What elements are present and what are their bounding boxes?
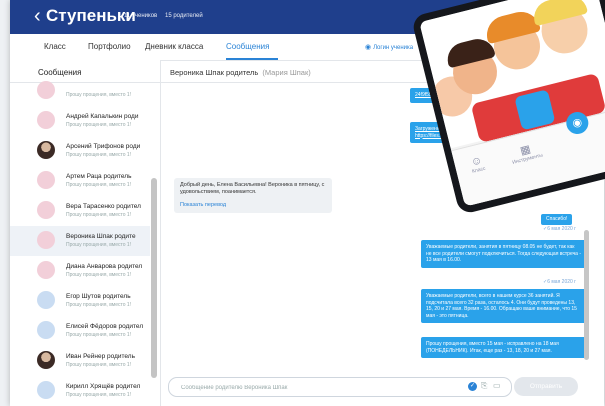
contact-preview: Прошу прощения, вместо 1! — [66, 272, 132, 278]
contact-item[interactable]: Елисей Фёдоров родител Прошу прощения, вм… — [10, 316, 150, 346]
contact-item[interactable]: Арсений Трифонов роди Прошу прощения, вме… — [10, 136, 150, 166]
student-login-link[interactable]: ◉ Логин ученика — [365, 43, 413, 51]
outgoing-message-text: Спасибо! — [546, 216, 568, 222]
contact-preview: Прошу прощения, вместо 1! — [66, 122, 132, 128]
message-input[interactable] — [179, 381, 463, 395]
contact-preview: Прошу прощения, вместо 1! — [66, 362, 132, 368]
contact-name: Елисей Фёдоров родител — [66, 323, 144, 330]
contact-name: Диана Анварова родител — [66, 263, 143, 270]
outgoing-message: Спасибо! — [541, 214, 573, 225]
avatar — [37, 201, 55, 219]
contact-name: Артем Раца родитель — [66, 173, 132, 180]
incoming-message: Добрый день, Елена Васильевна! Вероника … — [174, 178, 332, 213]
avatar — [37, 351, 55, 369]
contact-preview: Прошу прощения, вместо 1! — [66, 212, 132, 218]
contact-item[interactable]: Вероника Шпак родите Прошу прощения, вмес… — [10, 226, 150, 256]
contact-name: Иван Рейнер родитель — [66, 353, 135, 360]
avatar — [37, 381, 55, 399]
contact-preview: Прошу прощения, вместо 1! — [66, 332, 132, 338]
avatar — [37, 141, 55, 159]
chat-scrollbar[interactable] — [584, 230, 589, 360]
avatar — [37, 321, 55, 339]
checkmark-icon[interactable]: ✓ — [468, 382, 477, 391]
outgoing-message: Уважаемые родители, всего в нашем курсе … — [421, 289, 586, 323]
contact-preview: Прошу прощения, вместо 1! — [66, 392, 132, 398]
outgoing-message: Прошу прощения, вместо 15 мая - исправле… — [421, 337, 586, 358]
contact-preview: Прошу прощения, вместо 1! — [66, 92, 132, 98]
chat-recipient: Вероника Шпак родитель (Мария Шпак) — [170, 68, 311, 77]
contact-item[interactable]: Кирилл Хрящёв родител Прошу прощения, вме… — [10, 376, 150, 406]
recipient-name: Вероника Шпак родитель — [170, 68, 259, 77]
avatar — [37, 111, 55, 129]
contact-preview: Прошу прощения, вместо 1! — [66, 182, 132, 188]
avatar — [37, 231, 55, 249]
paperclip-icon[interactable]: ⎘ — [481, 381, 487, 391]
contact-name: Вероника Шпак родите — [66, 233, 136, 240]
contact-name: Андрей Капалькин роди — [66, 113, 139, 120]
contact-item[interactable]: Егор Шутов родитель Прошу прощения, вмест… — [10, 286, 150, 316]
contact-item[interactable]: Иван Рейнер родитель Прошу прощения, вмес… — [10, 346, 150, 376]
contact-preview: Прошу прощения, вместо 1! — [66, 152, 132, 158]
file-icon[interactable]: ▭ — [493, 381, 501, 390]
contact-name: Арсений Трифонов роди — [66, 143, 141, 150]
tab-class[interactable]: Класс — [44, 42, 66, 51]
tab-messages[interactable]: Сообщения — [226, 42, 269, 51]
contact-preview: Прошу прощения, вместо 1! — [66, 302, 132, 308]
avatar — [37, 171, 55, 189]
eye-icon: ◉ — [365, 44, 372, 51]
tab-portfolio[interactable]: Портфолио — [88, 42, 131, 51]
tab-class-diary[interactable]: Дневник класса — [145, 42, 203, 51]
contact-item[interactable]: Андрей Капалькин роди Прошу прощения, вме… — [10, 106, 150, 136]
message-composer: ✓ ⎘ ▭ — [168, 377, 512, 397]
contact-name: Вера Тарасенко родител — [66, 203, 141, 210]
read-receipt: ✓6 мая 2020 г — [543, 279, 577, 285]
contact-name: Егор Шутов родитель — [66, 293, 131, 300]
outgoing-message-text: Прошу прощения, вместо 15 мая - исправле… — [426, 341, 559, 354]
show-translation-link[interactable]: Показать перевод — [180, 202, 326, 209]
class-title: Ступеньки — [46, 6, 136, 25]
chevron-left-icon[interactable]: ‹ — [34, 4, 41, 28]
avatar — [37, 291, 55, 309]
read-receipt: ✓6 мая 2020 г — [543, 226, 577, 232]
student-login-label: Логин ученика — [373, 45, 414, 51]
contact-preview: Прошу прощения, вместо 1! — [66, 242, 132, 248]
contact-item[interactable]: Прошу прощения, вместо 1! — [10, 76, 150, 106]
outgoing-message-text: Уважаемые родители, всего в нашем курсе … — [426, 293, 577, 319]
incoming-message-text: Добрый день, Елена Васильевна! Вероника … — [180, 182, 325, 195]
avatar — [37, 81, 55, 99]
nav-class[interactable]: ☺ Класс — [456, 151, 499, 178]
send-button[interactable]: Отправить — [514, 377, 578, 396]
recipient-subname: (Мария Шпак) — [262, 68, 311, 77]
nav-tools[interactable]: ▦ Инструменты — [504, 139, 547, 167]
outgoing-message-text: Уважаемые родители, занятия в пятницу 08… — [426, 244, 582, 263]
contact-item[interactable]: Артем Раца родитель Прошу прощения, вмест… — [10, 166, 150, 196]
parents-count[interactable]: 15 родителей — [165, 13, 203, 19]
students-count[interactable]: 11 учеников — [124, 13, 157, 19]
contact-item[interactable]: Диана Анварова родител Прошу прощения, вм… — [10, 256, 150, 286]
avatar — [37, 261, 55, 279]
outgoing-message: Уважаемые родители, занятия в пятницу 08… — [421, 240, 586, 268]
conversation-list: Сообщения Прошу прощения, вместо 1! Андре… — [10, 60, 161, 406]
sidebar-scrollbar[interactable] — [151, 178, 157, 378]
contact-item[interactable]: Вера Тарасенко родител Прошу прощения, вм… — [10, 196, 150, 226]
contact-name: Кирилл Хрящёв родител — [66, 383, 141, 390]
